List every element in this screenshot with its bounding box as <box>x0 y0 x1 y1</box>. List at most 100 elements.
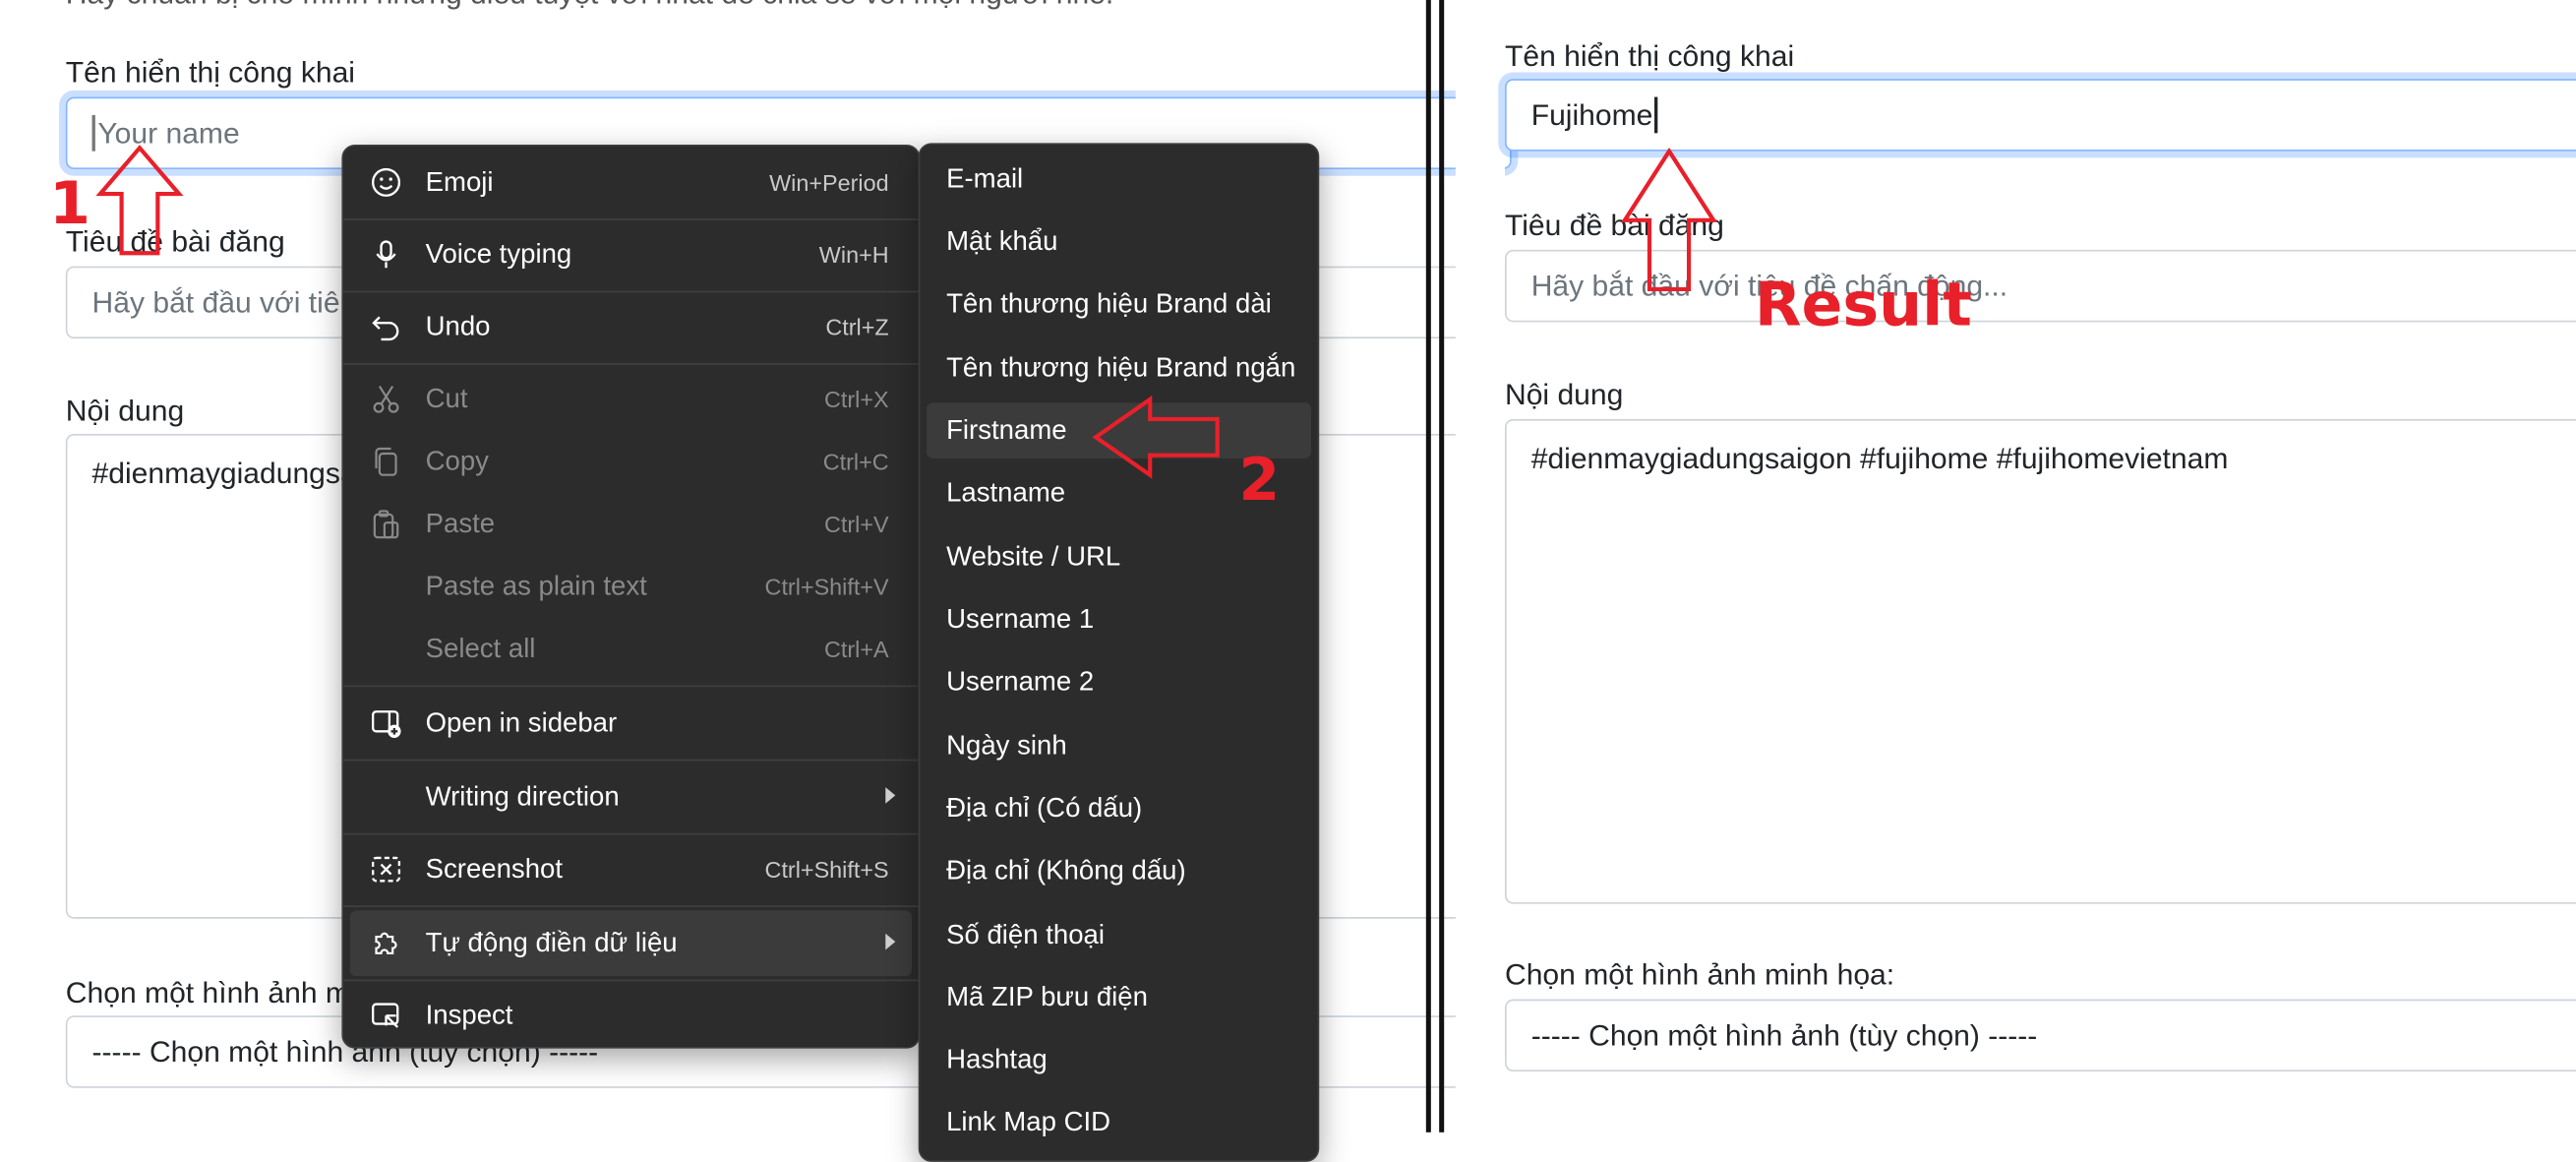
right-display-name-value: Fujihome <box>1530 97 1653 131</box>
inspect-icon <box>371 1003 399 1028</box>
menu-item-label: Select all <box>425 633 536 663</box>
result-arrow-icon <box>1621 148 1717 292</box>
menu-item-label: Cut <box>425 384 468 414</box>
submenu-item-hashtag[interactable]: Hashtag <box>927 1032 1311 1088</box>
submenu-item-password[interactable]: Mật khẩu <box>927 214 1311 270</box>
right-display-name-input[interactable]: Fujihome <box>1504 79 2576 152</box>
menu-item-select-all[interactable]: Select all Ctrl+A <box>350 616 912 682</box>
emoji-icon <box>371 167 401 197</box>
copy-icon <box>375 447 397 476</box>
puzzle-icon <box>375 932 397 954</box>
menu-item-autofill[interactable]: Tự động điền dữ liệu <box>349 910 913 977</box>
submenu-arrow-icon <box>885 933 896 950</box>
menu-separator <box>343 759 919 762</box>
submenu-item-label: Firstname <box>946 414 1067 445</box>
menu-item-label: Undo <box>425 311 491 341</box>
step-2-arrow-icon <box>1092 395 1220 479</box>
submenu-item-map-cid[interactable]: Link Map CID <box>927 1094 1311 1150</box>
menu-item-writing-direction[interactable]: Writing direction <box>350 764 912 830</box>
menu-item-cut[interactable]: Cut Ctrl+X <box>350 366 912 432</box>
screenshot-icon <box>371 856 401 883</box>
undo-icon <box>372 316 399 341</box>
divider-line-1 <box>1425 0 1431 1132</box>
submenu-item-label: Tên thương hiệu Brand ngắn <box>946 352 1296 383</box>
submenu-item-phone[interactable]: Số điện thoại <box>927 907 1311 963</box>
menu-separator <box>343 218 919 220</box>
menu-item-shortcut: Ctrl+Shift+S <box>764 856 889 883</box>
menu-item-label: Open in sidebar <box>425 707 618 738</box>
menu-item-shortcut: Ctrl+Z <box>825 314 889 340</box>
microphone-icon <box>376 240 396 269</box>
right-content-textarea[interactable]: #dienmaygiadungsaigon #fujihome #fujihom… <box>1504 418 2576 904</box>
menu-item-shortcut: Ctrl+V <box>823 511 889 538</box>
sidebar-icon <box>371 710 401 738</box>
menu-separator <box>343 832 919 835</box>
text-caret <box>1654 96 1657 134</box>
submenu-item-brand-long[interactable]: Tên thương hiệu Brand dài <box>927 276 1311 333</box>
right-display-name-label: Tên hiển thị công khai <box>1504 39 1795 73</box>
menu-item-shortcut: Ctrl+X <box>823 386 889 413</box>
submenu-item-username-1[interactable]: Username 1 <box>927 591 1311 647</box>
right-content-label: Nội dung <box>1504 378 1624 411</box>
submenu-item-label: Địa chỉ (Không dấu) <box>946 855 1186 886</box>
menu-item-inspect[interactable]: Inspect <box>350 983 912 1049</box>
menu-item-label: Paste <box>425 508 496 539</box>
menu-item-label: Inspect <box>425 1000 513 1030</box>
menu-separator <box>343 685 919 688</box>
submenu-item-username-2[interactable]: Username 2 <box>927 654 1311 710</box>
menu-separator <box>343 363 919 365</box>
submenu-item-address-plain[interactable]: Địa chỉ (Không dấu) <box>927 843 1311 899</box>
submenu-item-birthday[interactable]: Ngày sinh <box>927 718 1311 774</box>
gap-mask <box>1455 0 1505 1132</box>
menu-item-open-in-sidebar[interactable]: Open in sidebar <box>350 691 912 757</box>
submenu-item-label: E-mail <box>946 163 1024 194</box>
submenu-item-label: Username 1 <box>946 603 1095 634</box>
submenu-item-label: Ngày sinh <box>946 730 1067 761</box>
autofill-submenu: E-mail Mật khẩu Tên thương hiệu Brand dà… <box>918 143 1320 1162</box>
submenu-item-brand-short[interactable]: Tên thương hiệu Brand ngắn <box>927 340 1311 397</box>
divider-line-2 <box>1439 0 1445 1132</box>
menu-item-shortcut: Win+Period <box>769 169 889 196</box>
menu-item-label: Writing direction <box>425 781 620 812</box>
menu-item-shortcut: Win+H <box>818 241 889 269</box>
context-menu: Emoji Win+Period Voice typing Win+H Undo… <box>341 144 921 1049</box>
submenu-item-zip[interactable]: Mã ZIP bưu điện <box>927 969 1311 1025</box>
menu-item-voice-typing[interactable]: Voice typing Win+H <box>350 221 912 287</box>
menu-item-label: Copy <box>425 446 489 476</box>
submenu-item-label: Hashtag <box>946 1044 1048 1074</box>
right-image-select-value: ----- Chọn một hình ảnh (tùy chọn) ----- <box>1530 1017 2038 1052</box>
submenu-item-label: Link Map CID <box>946 1106 1111 1137</box>
submenu-item-label: Tên thương hiệu Brand dài <box>946 288 1272 319</box>
menu-item-paste[interactable]: Paste Ctrl+V <box>350 491 912 557</box>
menu-separator <box>343 905 919 908</box>
step-1-arrow-icon <box>95 145 184 256</box>
menu-item-label: Tự động điền dữ liệu <box>425 927 678 957</box>
menu-item-paste-plain[interactable]: Paste as plain text Ctrl+Shift+V <box>350 554 912 620</box>
menu-separator <box>343 979 919 982</box>
menu-item-label: Screenshot <box>425 853 564 884</box>
right-image-label: Chọn một hình ảnh minh họa: <box>1504 957 1895 992</box>
right-image-select[interactable]: ----- Chọn một hình ảnh (tùy chọn) ----- <box>1504 999 2576 1072</box>
submenu-item-email[interactable]: E-mail <box>927 152 1311 208</box>
menu-item-copy[interactable]: Copy Ctrl+C <box>350 429 912 495</box>
menu-item-label: Paste as plain text <box>425 571 647 601</box>
submenu-arrow-icon <box>885 787 896 804</box>
step-1-number: 1 <box>49 170 90 239</box>
right-content-text: #dienmaygiadungsaigon #fujihome #fujihom… <box>1530 442 2229 475</box>
text-caret <box>91 114 95 152</box>
submenu-item-label: Username 2 <box>946 666 1095 697</box>
menu-item-shortcut: Ctrl+A <box>823 636 889 663</box>
menu-item-label: Voice typing <box>425 239 572 270</box>
content-label: Nội dung <box>65 394 185 428</box>
menu-separator <box>343 290 919 293</box>
menu-item-emoji[interactable]: Emoji Win+Period <box>350 150 912 215</box>
display-name-label: Tên hiển thị công khai <box>65 55 355 90</box>
menu-item-shortcut: Ctrl+Shift+V <box>764 573 889 600</box>
submenu-item-address-accented[interactable]: Địa chỉ (Có dấu) <box>927 780 1311 836</box>
menu-item-undo[interactable]: Undo Ctrl+Z <box>350 294 912 360</box>
submenu-item-label: Mật khẩu <box>946 225 1058 256</box>
scissors-icon <box>373 385 399 413</box>
step-2-number: 2 <box>1238 447 1281 515</box>
menu-item-screenshot[interactable]: Screenshot Ctrl+Shift+S <box>350 836 912 902</box>
submenu-item-website[interactable]: Website / URL <box>927 529 1311 585</box>
